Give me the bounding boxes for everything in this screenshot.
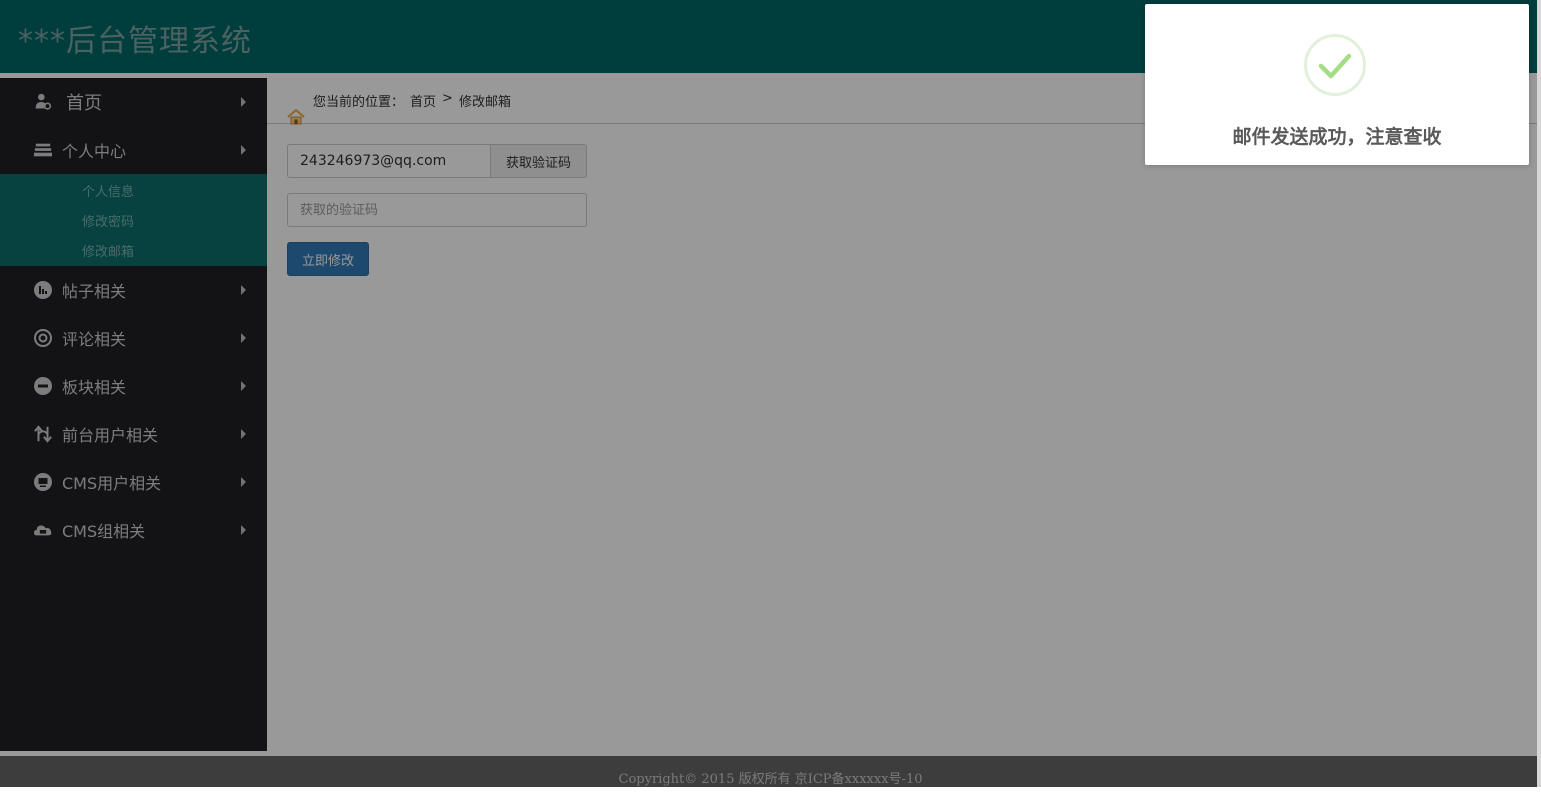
success-toast: 邮件发送成功，注意查收	[1145, 4, 1529, 165]
scrollbar[interactable]	[1537, 0, 1541, 787]
success-check-icon	[1304, 34, 1366, 96]
toast-message: 邮件发送成功，注意查收	[1232, 126, 1442, 148]
